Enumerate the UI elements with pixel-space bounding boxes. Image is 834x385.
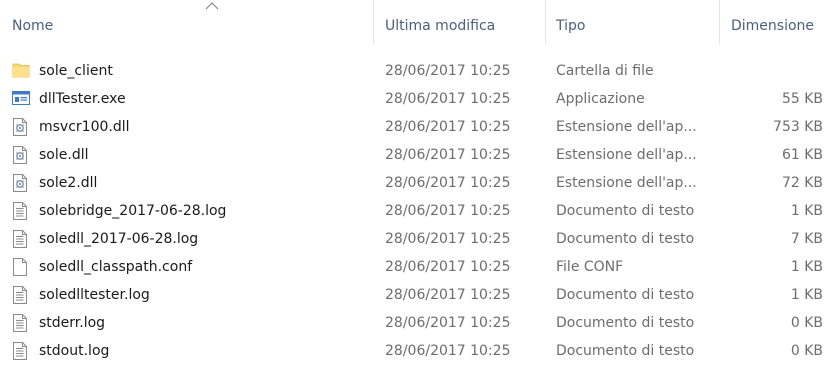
- dll-icon: [12, 141, 32, 169]
- file-modified-date: 28/06/2017 10:25: [385, 119, 511, 135]
- file-name: soledll_classpath.conf: [39, 259, 193, 275]
- file-type: Documento di testo: [556, 231, 695, 247]
- file-modified-date: 28/06/2017 10:25: [385, 175, 511, 191]
- dll-icon: [12, 169, 32, 197]
- file-modified-date: 28/06/2017 10:25: [385, 147, 511, 163]
- file-name: sole_client: [39, 63, 113, 79]
- file-size: 1 KB: [790, 287, 823, 303]
- column-header-size[interactable]: Dimensione: [731, 0, 814, 40]
- text-file-icon: [12, 225, 32, 253]
- file-row[interactable]: soledlltester.log 28/06/2017 10:25 Documen…: [0, 281, 834, 309]
- file-modified-date: 28/06/2017 10:25: [385, 231, 511, 247]
- file-row[interactable]: dllTester.exe 28/06/2017 10:25 Applicazion…: [0, 85, 834, 113]
- file-type: Documento di testo: [556, 287, 695, 303]
- column-header-name[interactable]: Nome: [12, 0, 53, 40]
- file-size: 1 KB: [790, 259, 823, 275]
- file-modified-date: 28/06/2017 10:25: [385, 287, 511, 303]
- application-icon: [12, 85, 32, 113]
- file-modified-date: 28/06/2017 10:25: [385, 91, 511, 107]
- file-name: solebridge_2017-06-28.log: [39, 203, 227, 219]
- file-row[interactable]: soledll_classpath.conf 28/06/2017 10:25 Fi…: [0, 253, 834, 281]
- file-name: sole.dll: [39, 147, 89, 163]
- file-size: 61 KB: [781, 147, 823, 163]
- column-header-modified[interactable]: Ultima modifica: [385, 0, 495, 40]
- file-size: 1 KB: [790, 203, 823, 219]
- column-divider[interactable]: [719, 0, 720, 44]
- text-file-icon: [12, 281, 32, 309]
- file-size: 753 KB: [773, 119, 823, 135]
- file-type: Estensione dell'ap...: [556, 175, 697, 191]
- file-modified-date: 28/06/2017 10:25: [385, 315, 511, 331]
- file-type: Documento di testo: [556, 203, 695, 219]
- file-row[interactable]: stdout.log 28/06/2017 10:25 Documento di t…: [0, 337, 834, 365]
- file-row[interactable]: sole.dll 28/06/2017 10:25 Estensione dell'…: [0, 141, 834, 169]
- sort-ascending-icon: [205, 2, 219, 10]
- column-header-row: Nome Ultima modifica Tipo Dimensione: [0, 0, 834, 44]
- file-list: sole_client 28/06/2017 10:25 Cartella di f…: [0, 57, 834, 365]
- file-name: stderr.log: [39, 315, 106, 331]
- file-size: 0 KB: [790, 315, 823, 331]
- file-row[interactable]: sole_client 28/06/2017 10:25 Cartella di f…: [0, 57, 834, 85]
- file-type: File CONF: [556, 259, 624, 275]
- file-size: 72 KB: [781, 175, 823, 191]
- file-type: Documento di testo: [556, 343, 695, 359]
- file-modified-date: 28/06/2017 10:25: [385, 343, 511, 359]
- blank-file-icon: [12, 253, 32, 281]
- file-type: Estensione dell'ap...: [556, 147, 697, 163]
- file-row[interactable]: sole2.dll 28/06/2017 10:25 Estensione dell…: [0, 169, 834, 197]
- file-size: [720, 57, 823, 85]
- file-modified-date: 28/06/2017 10:25: [385, 259, 511, 275]
- file-row[interactable]: solebridge_2017-06-28.log 28/06/2017 10:2…: [0, 197, 834, 225]
- file-name: msvcr100.dll: [39, 119, 130, 135]
- file-name: soledlltester.log: [39, 287, 150, 303]
- text-file-icon: [12, 309, 32, 337]
- column-header-type[interactable]: Tipo: [556, 0, 585, 40]
- file-row[interactable]: stderr.log 28/06/2017 10:25 Documento di t…: [0, 309, 834, 337]
- file-type: Cartella di file: [556, 63, 654, 79]
- file-row[interactable]: msvcr100.dll 28/06/2017 10:25 Estensione d…: [0, 113, 834, 141]
- file-type: Documento di testo: [556, 315, 695, 331]
- file-size: 55 KB: [781, 91, 823, 107]
- file-row[interactable]: soledll_2017-06-28.log 28/06/2017 10:25 Do…: [0, 225, 834, 253]
- column-divider[interactable]: [545, 0, 546, 44]
- text-file-icon: [12, 337, 32, 365]
- column-divider[interactable]: [373, 0, 374, 44]
- text-file-icon: [12, 197, 32, 225]
- file-name: soledll_2017-06-28.log: [39, 231, 199, 247]
- file-name: stdout.log: [39, 343, 110, 359]
- file-modified-date: 28/06/2017 10:25: [385, 203, 511, 219]
- file-type: Applicazione: [556, 91, 645, 107]
- dll-icon: [12, 113, 32, 141]
- file-modified-date: 28/06/2017 10:25: [385, 63, 511, 79]
- folder-icon: [12, 57, 32, 85]
- file-size: 0 KB: [790, 343, 823, 359]
- file-type: Estensione dell'ap...: [556, 119, 697, 135]
- file-size: 7 KB: [790, 231, 823, 247]
- file-name: sole2.dll: [39, 175, 98, 191]
- file-explorer-details-view: Nome Ultima modifica Tipo Dimensione sol…: [0, 0, 834, 385]
- file-name: dllTester.exe: [39, 91, 126, 107]
